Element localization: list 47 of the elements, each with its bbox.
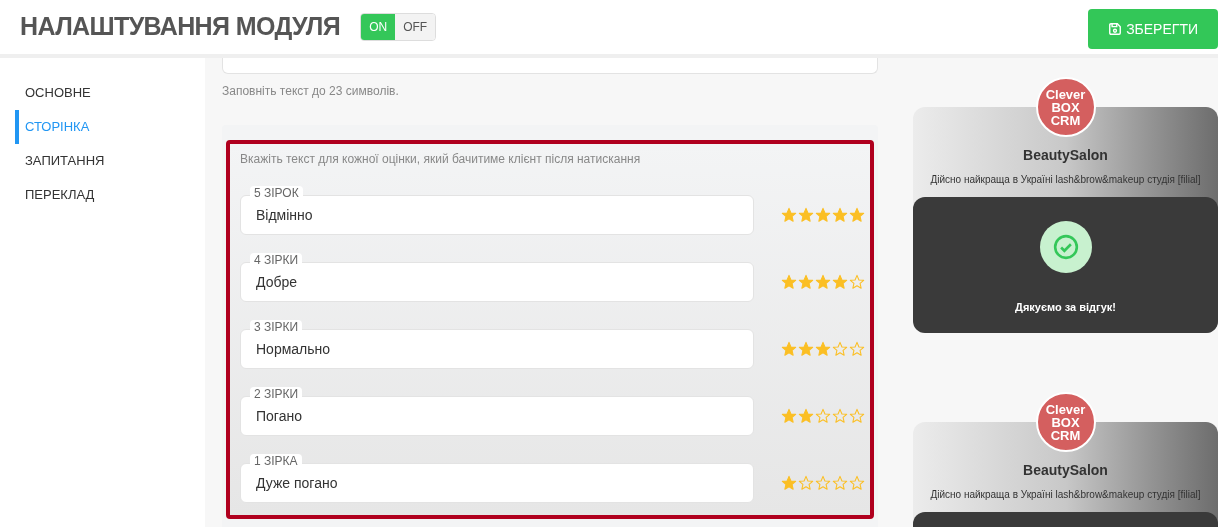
salon-name: BeautySalon — [1022, 146, 1109, 165]
star-icon — [815, 274, 831, 290]
star-icon — [832, 274, 848, 290]
star-icon — [781, 274, 797, 290]
star-icon — [781, 341, 797, 357]
instruction-text: Вкажіть текст для кожної оцінки, який бачитиме клієнт після натискання — [240, 151, 642, 168]
field-label: 3 ЗІРКИ — [250, 320, 303, 334]
field-label: 2 ЗІРКИ — [250, 387, 303, 401]
star-icon — [815, 341, 831, 357]
field-label: 1 ЗІРКА — [250, 454, 302, 468]
text-field[interactable] — [222, 58, 878, 74]
star-icon — [849, 207, 865, 223]
field-label: 4 ЗІРКИ — [250, 253, 303, 267]
star-outline-icon — [849, 274, 865, 290]
star-icon — [798, 207, 814, 223]
star-icon — [815, 207, 831, 223]
sidebar-item[interactable]: ОСНОВНЕ — [0, 76, 205, 110]
star-outline-icon — [798, 475, 814, 491]
check-icon — [1039, 221, 1092, 273]
star-outline-icon — [849, 408, 865, 424]
salon-tagline: Дійсно найкраща в Україні lash&brow&makeup студія [filial] — [929, 488, 1202, 502]
salon-name: BeautySalon — [1022, 461, 1109, 480]
sidebar-item[interactable]: ПЕРЕКЛАД — [0, 178, 205, 212]
star-icon — [832, 207, 848, 223]
star-outline-icon — [832, 341, 848, 357]
thank-you-message: Дякуємо за відгук! — [1015, 300, 1116, 315]
page-title: НАЛАШТУВАННЯ МОДУЛЯ — [20, 11, 341, 43]
star-icon — [781, 475, 797, 491]
field-hint: Заповніть текст до 23 символів. — [222, 83, 400, 100]
star-icon — [798, 408, 814, 424]
logo: Clever BOX CRM — [1035, 392, 1096, 452]
star-icon — [798, 341, 814, 357]
star-outline-icon — [815, 475, 831, 491]
star-icon — [781, 207, 797, 223]
off-option[interactable]: OFF — [395, 14, 436, 40]
star-icon — [798, 274, 814, 290]
star-outline-icon — [849, 341, 865, 357]
field-label: 5 ЗІРОК — [250, 186, 303, 200]
star-outline-icon — [832, 475, 848, 491]
salon-tagline: Дійсно найкраща в Україні lash&brow&makeup студія [filial] — [929, 173, 1202, 187]
star-outline-icon — [849, 475, 865, 491]
module-toggle[interactable]: ON OFF — [360, 13, 437, 41]
star-icon — [781, 408, 797, 424]
logo: Clever BOX CRM — [1035, 77, 1096, 137]
star-outline-icon — [832, 408, 848, 424]
sidebar-item[interactable]: ЗАПИТАННЯ — [0, 144, 205, 178]
star-outline-icon — [815, 408, 831, 424]
